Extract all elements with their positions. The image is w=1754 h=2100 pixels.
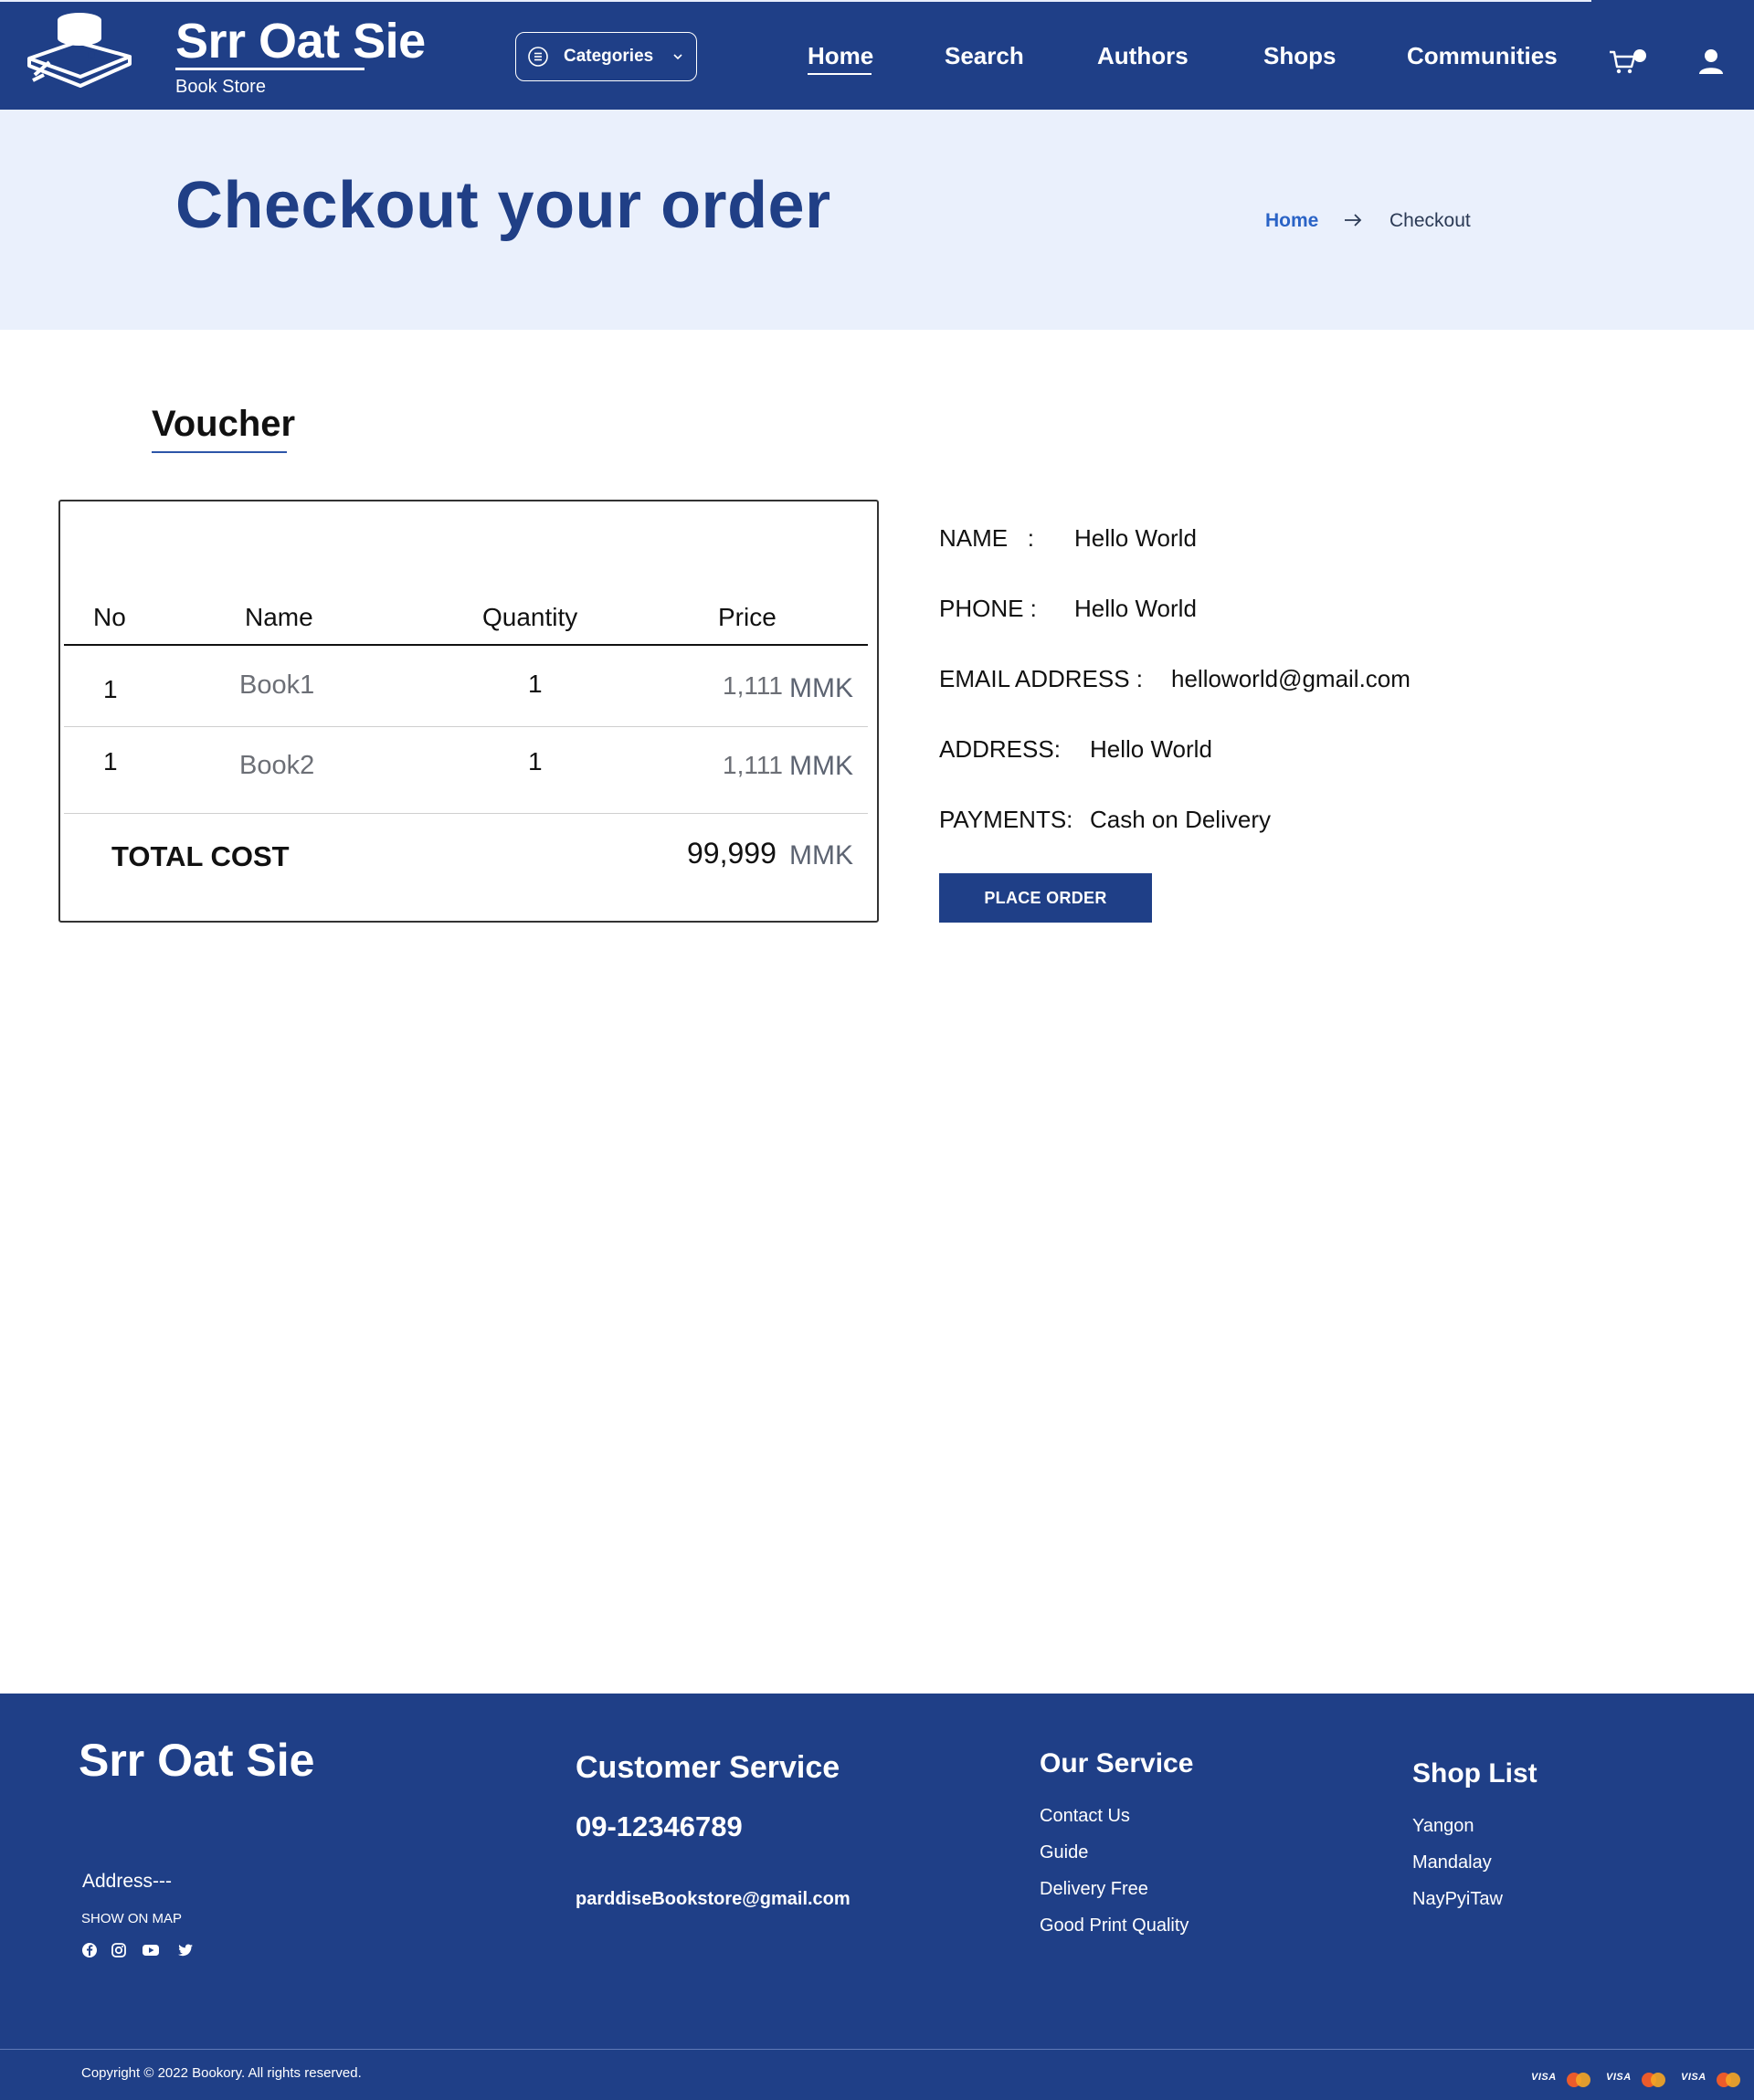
chevron-down-icon — [673, 54, 682, 60]
brand-underline — [175, 68, 365, 70]
twitter-icon[interactable] — [177, 1942, 194, 1958]
show-on-map-link[interactable]: SHOW ON MAP — [81, 1911, 182, 1926]
total-cost-currency: MMK — [789, 840, 853, 871]
row-2-quantity: 1 — [528, 747, 543, 776]
row-divider — [64, 726, 868, 727]
breadcrumb-home[interactable]: Home — [1265, 210, 1318, 232]
nav-search[interactable]: Search — [945, 42, 1024, 70]
email-value: helloworld@gmail.com — [1171, 665, 1411, 692]
nav-shops[interactable]: Shops — [1263, 42, 1336, 70]
customer-service-title: Customer Service — [576, 1750, 840, 1785]
shop-yangon[interactable]: Yangon — [1412, 1816, 1474, 1837]
nav-communities[interactable]: Communities — [1407, 42, 1558, 70]
address-label: ADDRESS: — [939, 735, 1061, 763]
footer-divider — [0, 2049, 1754, 2050]
header-divider — [64, 644, 868, 646]
row-divider — [64, 813, 868, 814]
visa-icon: VISA — [1606, 2072, 1632, 2083]
brand-name: Srr Oat Sie — [175, 14, 426, 69]
place-order-button[interactable]: PLACE ORDER — [939, 873, 1152, 923]
row-1-currency: MMK — [789, 673, 853, 703]
nav-authors[interactable]: Authors — [1097, 42, 1189, 70]
list-icon — [528, 47, 548, 67]
row-2-price: 1,111 — [723, 751, 783, 779]
nav-home[interactable]: Home — [808, 42, 873, 70]
total-cost-value: 99,999 — [687, 837, 777, 870]
site-footer: Srr Oat Sie Address--- SHOW ON MAP Custo… — [0, 1694, 1754, 2100]
column-header-quantity: Quantity — [482, 603, 578, 631]
categories-dropdown[interactable]: Categories — [515, 32, 697, 81]
brand[interactable]: Srr Oat Sie Book Store — [175, 11, 426, 98]
row-2-no: 1 — [103, 747, 118, 776]
cart-badge — [1633, 49, 1646, 62]
visa-icon: VISA — [1681, 2072, 1706, 2083]
footer-phone[interactable]: 09-12346789 — [576, 1810, 743, 1843]
nav-active-underline — [808, 73, 872, 75]
email-label: EMAIL ADDRESS : — [939, 665, 1143, 692]
cart-icon[interactable] — [1608, 47, 1637, 77]
link-good-print-quality[interactable]: Good Print Quality — [1040, 1915, 1189, 1936]
payments-label: PAYMENTS: — [939, 806, 1073, 833]
footer-email[interactable]: parddiseBookstore@gmail.com — [576, 1889, 851, 1910]
arrow-right-icon — [1345, 214, 1362, 227]
page-banner: Checkout your order Home Checkout — [0, 110, 1754, 330]
header-top-line — [0, 0, 1591, 2]
visa-icon: VISA — [1531, 2072, 1557, 2083]
brand-subtitle: Book Store — [175, 77, 266, 97]
page-title: Checkout your order — [175, 169, 831, 242]
mastercard-icon — [1567, 2073, 1590, 2087]
row-1-no: 1 — [103, 675, 118, 703]
mastercard-icon — [1642, 2073, 1665, 2087]
instagram-icon[interactable] — [111, 1942, 127, 1958]
site-header: Srr Oat Sie Book Store Categories Home S… — [0, 0, 1754, 110]
row-2-currency: MMK — [789, 751, 853, 781]
phone-value: Hello World — [1074, 595, 1197, 622]
shop-mandalay[interactable]: Mandalay — [1412, 1852, 1492, 1873]
row-1-price: 1,111 — [723, 671, 783, 700]
address-value: Hello World — [1090, 735, 1212, 763]
youtube-icon[interactable] — [142, 1942, 160, 1958]
shop-naypyitaw[interactable]: NayPyiTaw — [1412, 1889, 1503, 1910]
link-contact-us[interactable]: Contact Us — [1040, 1806, 1130, 1827]
link-delivery-free[interactable]: Delivery Free — [1040, 1879, 1148, 1900]
link-guide[interactable]: Guide — [1040, 1842, 1088, 1863]
name-value: Hello World — [1074, 524, 1197, 552]
shop-list-title: Shop List — [1412, 1758, 1537, 1789]
mastercard-icon — [1717, 2073, 1740, 2087]
user-icon[interactable] — [1697, 47, 1725, 75]
row-1-name: Book1 — [239, 670, 315, 700]
footer-address: Address--- — [82, 1871, 173, 1892]
row-2-name: Book2 — [239, 751, 315, 780]
copyright-text: Copyright © 2022 Bookory. All rights res… — [81, 2065, 362, 2081]
breadcrumb-current: Checkout — [1389, 210, 1471, 231]
voucher-title-underline — [152, 451, 287, 453]
phone-label: PHONE : — [939, 595, 1037, 622]
payments-value: Cash on Delivery — [1090, 806, 1271, 833]
facebook-icon[interactable] — [81, 1942, 98, 1958]
column-header-price: Price — [718, 603, 777, 631]
footer-brand[interactable]: Srr Oat Sie — [79, 1734, 314, 1787]
column-header-no: No — [93, 603, 126, 631]
books-logo-icon[interactable] — [24, 11, 135, 90]
column-header-name: Name — [245, 603, 313, 631]
total-cost-label: TOTAL COST — [111, 840, 290, 872]
categories-label: Categories — [564, 47, 654, 66]
voucher-title: Voucher — [152, 404, 296, 444]
our-service-title: Our Service — [1040, 1748, 1194, 1778]
row-1-quantity: 1 — [528, 670, 543, 698]
name-label: NAME : — [939, 524, 1035, 552]
